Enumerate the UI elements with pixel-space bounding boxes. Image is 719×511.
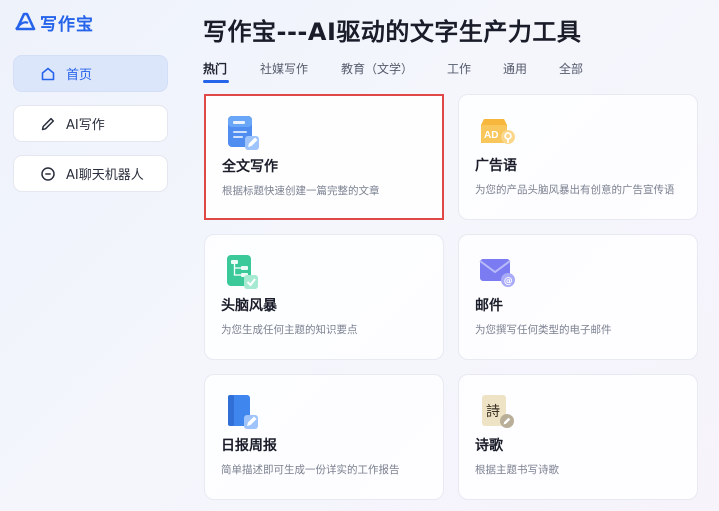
chat-icon <box>39 165 57 183</box>
active-tab-indicator <box>203 80 229 83</box>
card-daily-weekly-report[interactable]: 日报周报 简单描述即可生成一份详实的工作报告 <box>204 374 444 500</box>
mindmap-icon <box>224 253 262 291</box>
svg-text:AD: AD <box>484 130 498 141</box>
card-brainstorm[interactable]: 头脑风暴 为您生成任何主题的知识要点 <box>204 234 444 360</box>
card-description: 根据标题快速创建一篇完整的文章 <box>222 185 380 197</box>
card-description: 为您的产品头脑风暴出有创意的广告宣传语 <box>475 184 675 196</box>
page-title: 写作宝---AI驱动的文字生产力工具 <box>203 18 582 46</box>
app-logo[interactable]: 写作宝 <box>14 10 94 35</box>
tab-social-writing[interactable]: 社媒写作 <box>260 60 308 77</box>
card-title: 广告语 <box>475 158 517 174</box>
card-title: 邮件 <box>475 298 503 314</box>
card-description: 为您撰写任何类型的电子邮件 <box>475 324 612 336</box>
card-title: 全文写作 <box>222 159 278 175</box>
tab-all[interactable]: 全部 <box>559 60 583 77</box>
card-email[interactable]: @ 邮件 为您撰写任何类型的电子邮件 <box>458 234 698 360</box>
pencil-icon <box>39 115 57 133</box>
svg-text:詩: 詩 <box>486 404 500 420</box>
report-book-icon <box>224 393 262 431</box>
sidebar-item-home[interactable]: 首页 <box>13 55 168 92</box>
svg-text:@: @ <box>504 277 513 287</box>
sidebar-item-label: AI聊天机器人 <box>66 168 144 183</box>
sidebar-item-ai-chatbot[interactable]: AI聊天机器人 <box>13 155 168 192</box>
sidebar-item-label: 首页 <box>66 68 93 83</box>
email-icon: @ <box>478 253 516 291</box>
sidebar-item-ai-writing[interactable]: AI写作 <box>13 105 168 142</box>
poem-icon: 詩 <box>478 393 516 431</box>
card-ad-slogan[interactable]: AD 广告语 为您的产品头脑风暴出有创意的广告宣传语 <box>458 94 698 220</box>
tab-general[interactable]: 通用 <box>503 60 527 77</box>
card-description: 简单描述即可生成一份详实的工作报告 <box>221 464 400 476</box>
card-title: 头脑风暴 <box>221 298 277 314</box>
card-full-article[interactable]: 全文写作 根据标题快速创建一篇完整的文章 <box>204 94 444 220</box>
app-name: 写作宝 <box>40 15 94 35</box>
document-edit-icon <box>225 114 263 152</box>
tab-work[interactable]: 工作 <box>447 60 471 77</box>
card-title: 日报周报 <box>221 438 277 454</box>
logo-icon <box>14 11 36 35</box>
home-icon <box>39 65 57 83</box>
card-description: 根据主题书写诗歌 <box>475 464 559 476</box>
sidebar-item-label: AI写作 <box>66 118 105 133</box>
card-description: 为您生成任何主题的知识要点 <box>221 324 358 336</box>
tab-hot[interactable]: 热门 <box>203 60 227 77</box>
card-poetry[interactable]: 詩 诗歌 根据主题书写诗歌 <box>458 374 698 500</box>
tab-education[interactable]: 教育（文学） <box>341 60 413 77</box>
ad-tag-icon: AD <box>478 113 516 151</box>
card-title: 诗歌 <box>475 438 503 454</box>
